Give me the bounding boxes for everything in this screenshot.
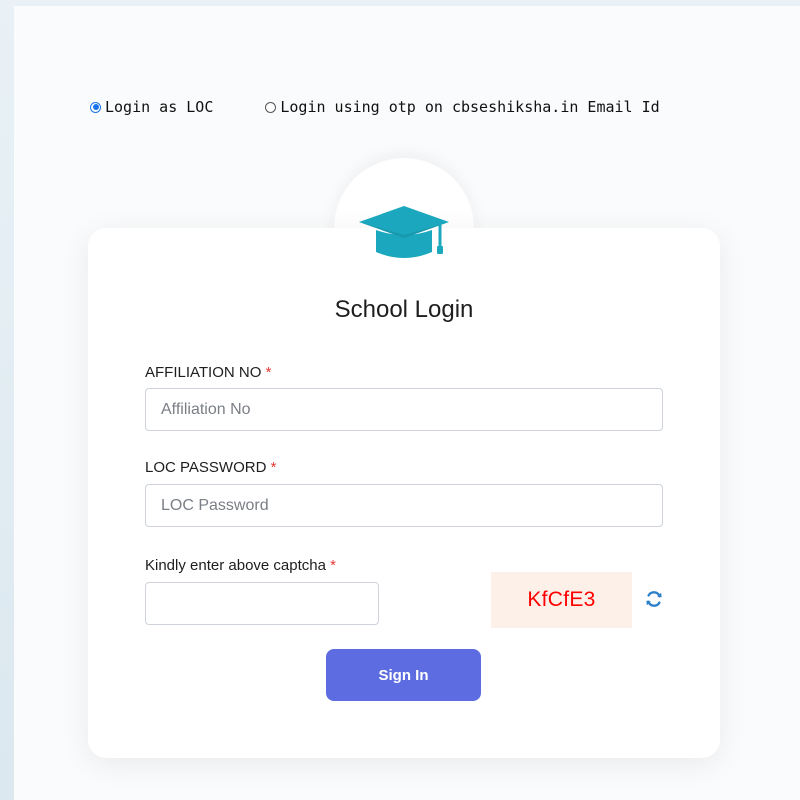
captcha-code: KfCfE3 bbox=[527, 588, 596, 611]
affiliation-label: AFFILIATION NO * bbox=[145, 364, 271, 381]
affiliation-input[interactable] bbox=[145, 388, 663, 431]
radio-label-loc: Login as LOC bbox=[105, 98, 214, 116]
password-label: LOC PASSWORD * bbox=[145, 459, 276, 476]
radio-login-using-otp[interactable]: Login using otp on cbseshiksha.in Email … bbox=[265, 98, 660, 116]
captcha-input[interactable] bbox=[145, 582, 379, 625]
radio-login-as-loc[interactable]: Login as LOC bbox=[90, 98, 213, 116]
captcha-image: KfCfE3 bbox=[491, 572, 632, 628]
refresh-icon[interactable] bbox=[644, 589, 664, 609]
captcha-label-text: Kindly enter above captcha bbox=[145, 557, 326, 574]
required-mark: * bbox=[330, 557, 336, 574]
login-title: School Login bbox=[334, 296, 474, 323]
sign-in-button[interactable]: Sign In bbox=[326, 649, 481, 701]
radio-label-otp: Login using otp on cbseshiksha.in Email … bbox=[280, 98, 660, 116]
login-mode-selector: Login as LOC Login using otp on cbseshik… bbox=[90, 98, 660, 116]
required-mark: * bbox=[270, 459, 277, 476]
password-input[interactable] bbox=[145, 484, 663, 527]
graduation-cap-icon bbox=[359, 206, 449, 258]
password-label-text: LOC PASSWORD bbox=[145, 459, 267, 476]
affiliation-label-text: AFFILIATION NO bbox=[145, 364, 262, 381]
radio-button-unselected[interactable] bbox=[265, 101, 277, 113]
required-mark: * bbox=[265, 364, 272, 381]
captcha-label: Kindly enter above captcha * bbox=[145, 557, 336, 574]
radio-button-selected[interactable] bbox=[90, 101, 101, 113]
